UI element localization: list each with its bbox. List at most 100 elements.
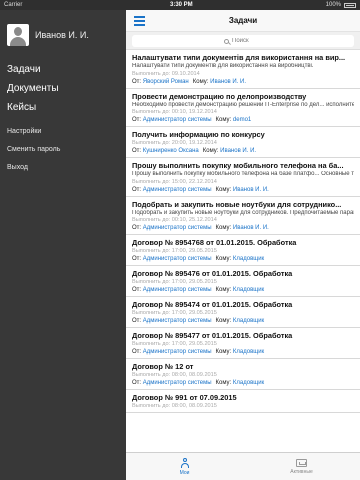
task-title: Договор № 8954768 от 01.01.2015. Обработ… — [132, 238, 297, 247]
task-from[interactable]: Администратор системы — [143, 187, 212, 193]
search-bar — [126, 32, 360, 50]
task-meta: От: Администратор системы Кому: Кладовщик — [132, 255, 354, 263]
from-label: От: — [132, 287, 142, 293]
task-deadline: Выполнить до: 15:00, 22.12.2014 — [132, 179, 354, 186]
task-title: Договор № 895474 от 01.01.2015. Обработк… — [132, 300, 293, 309]
deadline-value: 17:00, 29.05.2015 — [171, 310, 217, 316]
deadline-prefix: Выполнить до: — [132, 248, 171, 254]
task-to[interactable]: Иванов И. И. — [233, 187, 269, 193]
to-label: Кому: — [192, 78, 209, 85]
task-from[interactable]: Яворский Роман — [143, 79, 189, 85]
task-from[interactable]: Администратор системы — [143, 117, 212, 123]
sidebar-secondary-nav: Настройки Сменить пароль Выход — [0, 123, 126, 177]
task-title: Договор № 895477 от 01.01.2015. Обработк… — [132, 331, 293, 340]
deadline-prefix: Выполнить до: — [132, 403, 171, 409]
nav-bar: Задачи — [126, 10, 360, 32]
from-label: От: — [132, 349, 142, 355]
task-row[interactable]: Договор № 8954768 от 01.01.2015. Обработ… — [126, 235, 360, 266]
task-row[interactable]: Договор № 991 от 07.09.2015 Выполнить до:… — [126, 390, 360, 413]
task-row[interactable]: Получить информацию по конкурсу Выполнить… — [126, 127, 360, 158]
tab-active[interactable]: Активные — [243, 453, 360, 480]
from-label: От: — [132, 78, 142, 85]
person-icon — [180, 457, 190, 468]
task-from[interactable]: Администратор системы — [143, 256, 212, 262]
task-row[interactable]: Налаштувати типи документів для використ… — [126, 50, 360, 89]
task-to[interactable]: Кладовщик — [233, 380, 264, 386]
task-to[interactable]: Иванов И. И. — [210, 79, 246, 85]
task-title: Договор № 12 от — [132, 362, 194, 371]
search-box[interactable] — [132, 35, 354, 47]
to-label: Кому: — [215, 117, 232, 123]
task-meta: От: Яворский Роман Кому: Иванов И. И. — [132, 78, 354, 86]
tab-label: Мои — [179, 469, 190, 476]
user-profile[interactable]: Иванов И. И. — [0, 10, 126, 60]
task-to[interactable]: Кладовщик — [233, 287, 264, 293]
task-to[interactable]: Кладовщик — [233, 256, 264, 262]
task-meta: От: Администратор системы Кому: Иванов И.… — [132, 186, 354, 194]
task-deadline: Выполнить до: 00:10, 25.12.2014 — [132, 217, 354, 224]
sidebar-item-tasks[interactable]: Задачи — [0, 60, 126, 79]
task-deadline: Выполнить до: 17:00, 29.05.2015 — [132, 310, 354, 317]
task-title: Договор № 895476 от 01.01.2015. Обработк… — [132, 269, 293, 278]
task-deadline: Выполнить до: 17:00, 29.05.2015 — [132, 248, 354, 255]
deadline-prefix: Выполнить до: — [132, 109, 171, 115]
task-to[interactable]: Иванов И. И. — [233, 225, 269, 231]
task-row[interactable]: Договор № 895477 от 01.01.2015. Обработк… — [126, 328, 360, 359]
page-title: Задачи — [228, 16, 258, 25]
avatar — [7, 24, 29, 46]
deadline-prefix: Выполнить до: — [132, 310, 171, 316]
sidebar-item-cases[interactable]: Кейсы — [0, 98, 126, 117]
task-to[interactable]: demo1 — [233, 117, 251, 123]
to-label: Кому: — [215, 186, 232, 193]
task-deadline: Выполнить до: 08:00, 08.09.2015 — [132, 372, 354, 379]
task-from[interactable]: Администратор системы — [143, 287, 212, 293]
deadline-value: 08:00, 08.09.2015 — [171, 372, 217, 378]
task-meta: От: Администратор системы Кому: Кладовщик — [132, 379, 354, 387]
user-name: Иванов И. И. — [35, 30, 89, 40]
task-row[interactable]: Договор № 895474 от 01.01.2015. Обработк… — [126, 297, 360, 328]
sidebar-item-documents[interactable]: Документы — [0, 79, 126, 98]
battery-icon — [344, 2, 356, 8]
from-label: От: — [132, 318, 142, 324]
task-to[interactable]: Кладовщик — [233, 318, 264, 324]
from-label: От: — [132, 225, 142, 231]
deadline-value: 08:00, 08.09.2015 — [171, 403, 217, 409]
task-row[interactable]: Провести демонстрацию по делопроизводств… — [126, 89, 360, 127]
clock: 3:30 PM — [170, 2, 193, 8]
task-row[interactable]: Прошу выполнить покупку мобильного телеф… — [126, 158, 360, 197]
task-meta: От: Администратор системы Кому: Кладовщик — [132, 348, 354, 356]
task-deadline: Выполнить до: 17:00, 29.05.2015 — [132, 341, 354, 348]
inbox-icon — [296, 458, 307, 467]
to-label: Кому: — [215, 256, 232, 262]
to-label: Кому: — [215, 318, 232, 324]
task-list: Налаштувати типи документів для використ… — [126, 50, 360, 450]
deadline-prefix: Выполнить до: — [132, 372, 171, 378]
hamburger-menu-icon[interactable] — [134, 16, 145, 26]
task-row[interactable]: Договор № 895476 от 01.01.2015. Обработк… — [126, 266, 360, 297]
sidebar-item-logout[interactable]: Выход — [0, 159, 126, 177]
task-to[interactable]: Иванов И. И. — [220, 148, 256, 154]
task-title: Подобрать и закупить новые ноутбуки для … — [132, 199, 342, 209]
task-to[interactable]: Кладовщик — [233, 349, 264, 355]
sidebar-main-nav: Задачи Документы Кейсы — [0, 60, 126, 117]
deadline-prefix: Выполнить до: — [132, 70, 171, 77]
main-panel: Задачи Налаштувати типи документів для в… — [126, 10, 360, 480]
battery-indicator: 100% — [326, 2, 356, 8]
sidebar-item-settings[interactable]: Настройки — [0, 123, 126, 141]
to-label: Кому: — [202, 148, 219, 154]
task-title: Налаштувати типи документів для використ… — [132, 53, 346, 62]
task-meta: От: Администратор системы Кому: demo1 — [132, 116, 354, 124]
deadline-value: 17:00, 29.05.2015 — [171, 279, 217, 285]
task-row[interactable]: Договор № 12 от Выполнить до: 08:00, 08.0… — [126, 359, 360, 390]
task-from[interactable]: Кушниренко Оксана — [143, 148, 199, 154]
task-from[interactable]: Администратор системы — [143, 380, 212, 386]
task-from[interactable]: Администратор системы — [143, 225, 212, 231]
task-row[interactable]: Подобрать и закупить новые ноутбуки для … — [126, 197, 360, 235]
task-from[interactable]: Администратор системы — [143, 349, 212, 355]
task-meta: От: Кушниренко Оксана Кому: Иванов И. И. — [132, 147, 354, 155]
search-input[interactable] — [232, 38, 262, 44]
sidebar-item-change-password[interactable]: Сменить пароль — [0, 141, 126, 159]
task-from[interactable]: Администратор системы — [143, 318, 212, 324]
tab-mine[interactable]: Мои — [126, 453, 243, 480]
deadline-prefix: Выполнить до: — [132, 140, 171, 146]
